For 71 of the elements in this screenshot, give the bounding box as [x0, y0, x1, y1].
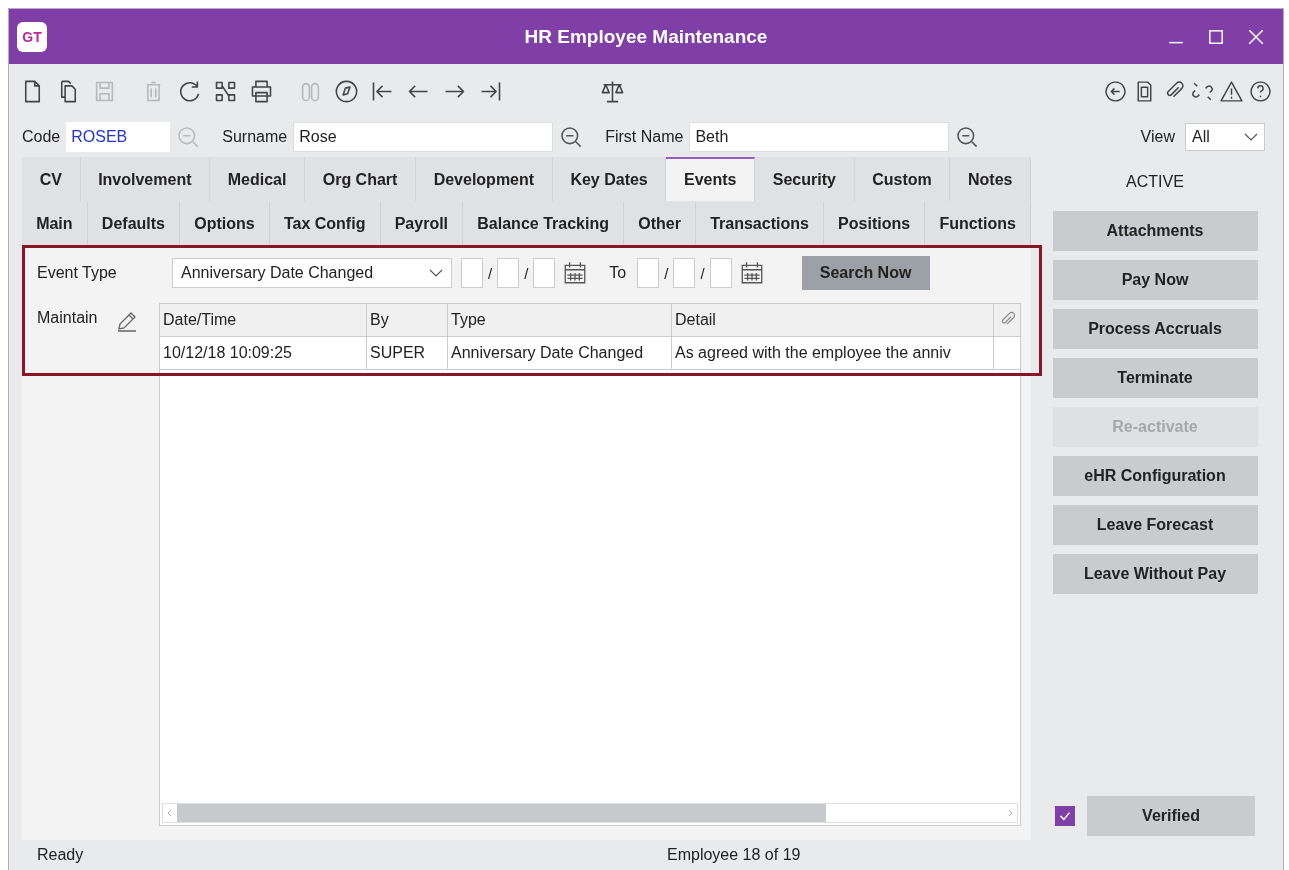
table-cell: Anniversary Date Changed [448, 337, 672, 369]
year-field[interactable] [533, 258, 556, 288]
tab[interactable]: Payroll [380, 201, 464, 245]
record-counter: Employee 18 of 19 [667, 846, 801, 864]
code-field[interactable]: ROSEB [66, 122, 171, 152]
tab[interactable]: Development [416, 157, 553, 201]
caret-icon [1244, 133, 1258, 141]
app-logo: GT [17, 21, 47, 52]
tab[interactable]: CV [22, 157, 81, 201]
table-cell: 10/12/18 10:09:25 [160, 337, 367, 369]
action-button[interactable]: Leave Forecast [1052, 505, 1258, 545]
view-dropdown[interactable]: All [1185, 123, 1265, 151]
tab[interactable]: Events [666, 157, 756, 201]
search-now-button[interactable]: Search Now [801, 256, 930, 290]
close-icon[interactable] [1247, 27, 1265, 46]
view-label: View [1140, 128, 1175, 146]
date-separator: / [488, 264, 493, 282]
date-separator: / [524, 264, 529, 282]
column-header[interactable]: Date/Time [160, 304, 367, 336]
tab[interactable]: Involvement [80, 157, 211, 201]
tab[interactable]: Defaults [87, 201, 181, 245]
verified-button[interactable]: Verified [1087, 796, 1255, 836]
status-text: ACTIVE [1126, 173, 1184, 191]
field-label: Surname [222, 128, 288, 146]
verified-checkbox[interactable] [1055, 806, 1075, 826]
tab[interactable]: Medical [210, 157, 306, 201]
tab[interactable]: Balance Tracking [463, 201, 625, 245]
day-field[interactable] [637, 258, 660, 288]
month-field[interactable] [497, 258, 520, 288]
search-icon[interactable] [955, 125, 980, 149]
column-header[interactable]: Detail [672, 304, 994, 336]
action-button[interactable]: Process Accruals [1052, 309, 1258, 349]
day-field[interactable] [461, 258, 483, 288]
tab[interactable]: Options [180, 201, 270, 245]
first-name-field[interactable]: Beth [689, 122, 950, 152]
tab[interactable]: Notes [950, 157, 1032, 201]
search-icon[interactable] [559, 125, 584, 149]
month-field[interactable] [673, 258, 696, 288]
tab[interactable]: Security [755, 157, 855, 201]
tab[interactable]: Other [624, 201, 696, 245]
maintain-link[interactable]: Maintain [37, 309, 98, 327]
field-label: Code [22, 128, 61, 146]
tab[interactable]: Transactions [696, 201, 824, 245]
column-header[interactable]: Type [448, 304, 672, 336]
table-cell: As agreed with the employee the anniv [672, 337, 994, 369]
caret-icon [429, 269, 443, 277]
action-button[interactable]: Attachments [1052, 211, 1258, 251]
date-separator: / [664, 264, 669, 282]
date-separator: / [700, 264, 705, 282]
tab[interactable]: Functions [925, 201, 1031, 245]
tab[interactable]: Tax Config [269, 201, 381, 245]
surname-field[interactable]: Rose [293, 122, 554, 152]
status-text: Ready [37, 846, 84, 864]
tab[interactable]: Positions [824, 201, 926, 245]
window-title: HR Employee Maintenance [524, 25, 768, 48]
tab[interactable]: Main [22, 201, 88, 245]
tab[interactable]: Org Chart [305, 157, 416, 201]
tab[interactable]: Custom [854, 157, 951, 201]
field-label: First Name [605, 128, 684, 146]
year-field[interactable] [709, 258, 732, 288]
to-label: To [609, 264, 627, 282]
table-cell: SUPER [367, 337, 448, 369]
event-type-label: Event Type [37, 264, 118, 282]
action-button[interactable]: Leave Without Pay [1052, 554, 1258, 594]
maximize-icon[interactable] [1207, 27, 1225, 46]
action-button[interactable]: Terminate [1052, 358, 1258, 398]
event-type-dropdown[interactable]: Anniversary Date Changed [172, 258, 452, 288]
action-button[interactable]: Pay Now [1052, 260, 1258, 300]
warning-icon[interactable] [1219, 78, 1244, 104]
column-header[interactable]: By [367, 304, 448, 336]
action-button[interactable]: eHR Configuration [1052, 456, 1258, 496]
